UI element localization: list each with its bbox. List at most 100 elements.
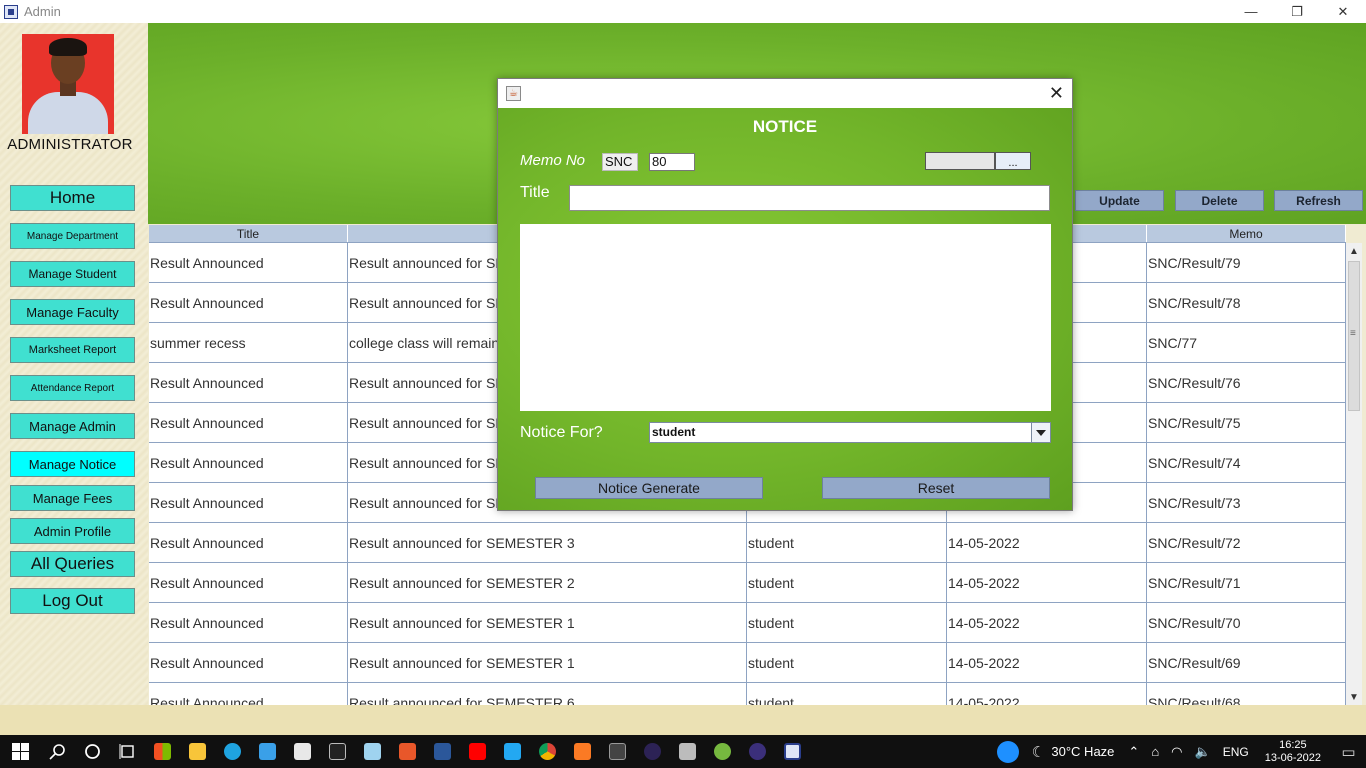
admin-avatar <box>22 34 114 134</box>
notice-generate-button[interactable]: Notice Generate <box>535 477 763 499</box>
notice-body-textarea[interactable] <box>520 224 1051 411</box>
cell-memo: SNC/Result/79 <box>1147 243 1346 282</box>
language-indicator[interactable]: ENG <box>1223 745 1249 759</box>
cell-notice-for: student <box>747 563 947 602</box>
search-icon[interactable] <box>40 735 75 768</box>
java-cup-icon: ☕ <box>506 86 521 101</box>
eclipse-2-icon[interactable] <box>740 735 775 768</box>
nav-all-queries-button[interactable]: All Queries <box>10 551 135 577</box>
windows-start-icon[interactable] <box>0 735 40 768</box>
task-view-icon[interactable] <box>110 735 145 768</box>
date-field[interactable] <box>925 152 995 170</box>
nav-manage-faculty-button[interactable]: Manage Faculty <box>10 299 135 325</box>
dialog-heading: NOTICE <box>752 117 818 136</box>
clock[interactable]: 16:25 13-06-2022 <box>1265 739 1321 765</box>
clock-time: 16:25 <box>1279 738 1307 751</box>
java-app-icon[interactable] <box>775 735 810 768</box>
scroll-down-arrow-icon[interactable]: ▼ <box>1346 689 1362 705</box>
chrome-icon[interactable] <box>530 735 565 768</box>
volume-icon[interactable]: 🔈 <box>1195 744 1211 760</box>
weather-text[interactable]: 30°C Haze <box>1051 744 1114 759</box>
dialog-body: NOTICE Memo No SNC 80 ... Title Notice F… <box>498 108 1072 510</box>
notice-for-label: Notice For? <box>520 424 603 441</box>
reset-button[interactable]: Reset <box>822 477 1050 499</box>
chevron-down-icon[interactable] <box>1031 423 1050 442</box>
bottom-strip <box>0 705 1366 735</box>
update-button[interactable]: Update <box>1075 190 1164 211</box>
table-row[interactable]: Result Announced Result announced for SEM… <box>149 643 1346 683</box>
memo-number-input[interactable]: 80 <box>649 153 695 171</box>
cell-date: 14-05-2022 <box>947 683 1147 705</box>
cortana-icon[interactable] <box>75 735 110 768</box>
nav-marksheet-report-button[interactable]: Marksheet Report <box>10 337 135 363</box>
column-header-title[interactable]: Title <box>149 225 348 242</box>
file-explorer-icon[interactable] <box>180 735 215 768</box>
nav-admin-profile-button[interactable]: Admin Profile <box>10 518 135 544</box>
network-icon[interactable]: ⌂ <box>1151 744 1159 759</box>
window-titlebar: Admin — ❐ ✕ <box>0 0 1366 23</box>
cell-memo: SNC/Result/69 <box>1147 643 1346 682</box>
table-scrollbar[interactable]: ▲ ▼ <box>1346 243 1362 705</box>
nav-manage-student-button[interactable]: Manage Student <box>10 261 135 287</box>
close-window-button[interactable]: ✕ <box>1320 0 1366 23</box>
admin-role-label: ADMINISTRATOR <box>7 136 133 153</box>
cell-memo: SNC/Result/72 <box>1147 523 1346 562</box>
chevron-up-icon[interactable]: ⌃ <box>1128 744 1139 760</box>
title-input[interactable] <box>569 185 1050 211</box>
taskbar: ☾ 30°C Haze ⌃ ⌂ ◠ 🔈 ENG 16:25 13-06-2022… <box>0 735 1366 768</box>
vscode-icon[interactable] <box>495 735 530 768</box>
nav-manage-department-button[interactable]: Manage Department <box>10 223 135 249</box>
nav-attendance-report-button[interactable]: Attendance Report <box>10 375 135 401</box>
notice-for-select[interactable]: student <box>649 422 1051 443</box>
utorrent-icon[interactable] <box>705 735 740 768</box>
nav-manage-fees-button[interactable]: Manage Fees <box>10 485 135 511</box>
help-icon[interactable] <box>990 735 1025 768</box>
word-icon[interactable] <box>425 735 460 768</box>
nav-manage-notice-button[interactable]: Manage Notice <box>10 451 135 477</box>
minimize-button[interactable]: — <box>1228 0 1274 23</box>
scroll-up-arrow-icon[interactable]: ▲ <box>1346 243 1362 259</box>
restore-button[interactable]: ❐ <box>1274 0 1320 23</box>
eclipse-icon[interactable] <box>635 735 670 768</box>
nav-manage-admin-button[interactable]: Manage Admin <box>10 413 135 439</box>
notification-icon[interactable]: ▭ <box>1331 735 1366 768</box>
cell-description: Result announced for SEMESTER 2 <box>348 563 747 602</box>
table-row[interactable]: Result Announced Result announced for SEM… <box>149 603 1346 643</box>
nav-home-button[interactable]: Home <box>10 185 135 211</box>
scroll-thumb[interactable] <box>1348 261 1360 411</box>
cell-title: Result Announced <box>149 283 348 322</box>
nav-logout-button[interactable]: Log Out <box>10 588 135 614</box>
mail-icon[interactable] <box>285 735 320 768</box>
youtube-icon[interactable] <box>460 735 495 768</box>
dialog-close-icon[interactable]: ✕ <box>1049 83 1064 104</box>
command-prompt-icon[interactable] <box>320 735 355 768</box>
cell-description: Result announced for SEMESTER 1 <box>348 603 747 642</box>
table-row[interactable]: Result Announced Result announced for SEM… <box>149 683 1346 705</box>
column-header-memo[interactable]: Memo <box>1147 225 1346 242</box>
table-row[interactable]: Result Announced Result announced for SEM… <box>149 523 1346 563</box>
wifi-icon[interactable]: ◠ <box>1171 744 1182 760</box>
cell-title: Result Announced <box>149 403 348 442</box>
cell-description: Result announced for SEMESTER 1 <box>348 643 747 682</box>
ide-icon[interactable] <box>600 735 635 768</box>
app-icon <box>4 4 18 19</box>
settings-tool-icon[interactable] <box>670 735 705 768</box>
xampp-icon[interactable] <box>565 735 600 768</box>
cell-description: Result announced for SEMESTER 6 <box>348 683 747 705</box>
this-pc-icon[interactable] <box>250 735 285 768</box>
cell-memo: SNC/Result/75 <box>1147 403 1346 442</box>
notepad-icon[interactable] <box>355 735 390 768</box>
cell-memo: SNC/Result/68 <box>1147 683 1346 705</box>
cell-date: 14-05-2022 <box>947 563 1147 602</box>
memo-no-label: Memo No <box>520 152 586 169</box>
cell-date: 14-05-2022 <box>947 603 1147 642</box>
table-row[interactable]: Result Announced Result announced for SEM… <box>149 563 1346 603</box>
microsoft-store-icon[interactable] <box>145 735 180 768</box>
date-picker-button[interactable]: ... <box>995 152 1031 170</box>
delete-button[interactable]: Delete <box>1175 190 1264 211</box>
cell-date: 14-05-2022 <box>947 523 1147 562</box>
refresh-button[interactable]: Refresh <box>1274 190 1363 211</box>
jaspersoft-icon[interactable] <box>390 735 425 768</box>
edge-icon[interactable] <box>215 735 250 768</box>
cell-memo: SNC/Result/71 <box>1147 563 1346 602</box>
